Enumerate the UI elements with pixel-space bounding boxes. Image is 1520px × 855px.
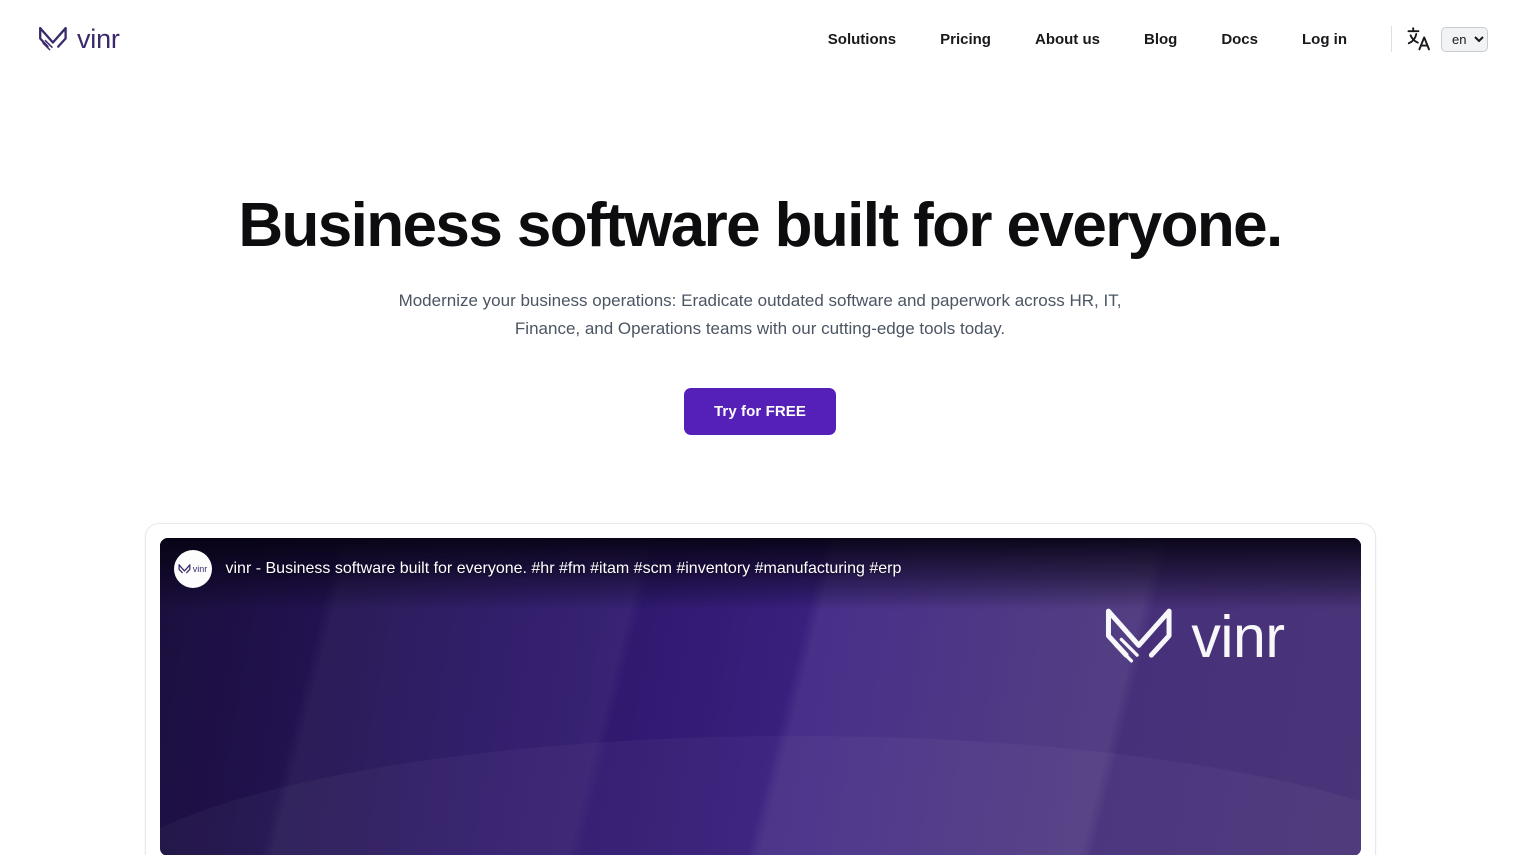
vinr-wing-logo-icon — [1103, 606, 1175, 668]
vinr-avatar-icon — [178, 563, 191, 575]
language-select[interactable]: en — [1441, 26, 1488, 52]
nav-item-docs[interactable]: Docs — [1221, 25, 1258, 54]
hero-section: Business software built for everyone. Mo… — [0, 78, 1520, 855]
video-player[interactable]: vinr vinr - Business software built for … — [159, 538, 1361, 855]
hero-subtitle: Modernize your business operations: Erad… — [0, 287, 1520, 343]
language-switcher: en — [1406, 26, 1488, 52]
nav-divider — [1391, 26, 1392, 52]
video-card: vinr vinr - Business software built for … — [144, 523, 1376, 855]
brand-wordmark: vinr — [77, 23, 120, 54]
site-header: vinr Solutions Pricing About us Blog Doc… — [0, 0, 1520, 78]
nav-item-log-in[interactable]: Log in — [1302, 25, 1347, 54]
nav-item-blog[interactable]: Blog — [1144, 25, 1177, 54]
main-navigation: Solutions Pricing About us Blog Docs Log… — [828, 25, 1488, 54]
nav-item-about-us[interactable]: About us — [1035, 25, 1100, 54]
brand-logo-link[interactable]: vinr — [38, 23, 120, 54]
video-title: vinr - Business software built for every… — [225, 560, 902, 578]
video-header: vinr vinr - Business software built for … — [173, 550, 1347, 589]
hero-subtitle-line-1: Modernize your business operations: Erad… — [398, 291, 1122, 311]
avatar: vinr — [173, 550, 212, 589]
nav-item-solutions[interactable]: Solutions — [828, 25, 896, 54]
hero-subtitle-line-2: Finance, and Operations teams with our c… — [514, 319, 1006, 339]
vinr-wing-logo-icon — [38, 26, 68, 52]
watermark-wordmark: vinr — [1191, 603, 1285, 670]
video-watermark: vinr — [1103, 603, 1285, 670]
translate-icon[interactable] — [1406, 26, 1432, 52]
avatar-wordmark: vinr — [192, 563, 208, 574]
try-for-free-button[interactable]: Try for FREE — [683, 388, 837, 436]
page-title: Business software built for everyone. — [238, 191, 1283, 260]
nav-item-pricing[interactable]: Pricing — [940, 25, 991, 54]
